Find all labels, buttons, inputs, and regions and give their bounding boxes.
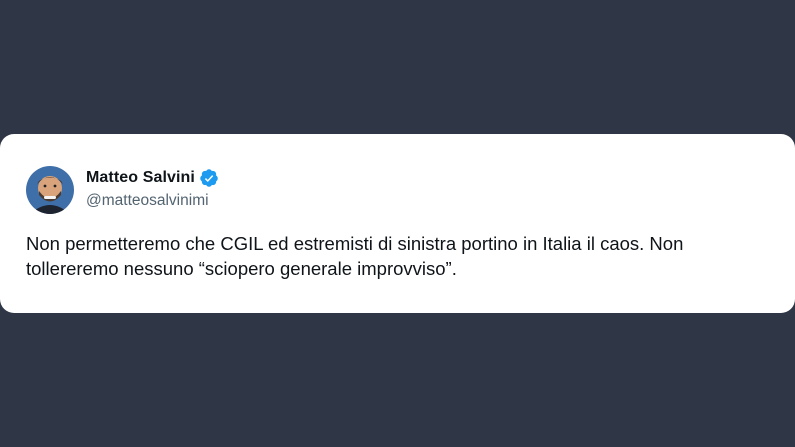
author-name[interactable]: Matteo Salvini xyxy=(86,169,195,187)
verified-badge-icon xyxy=(199,168,219,188)
author-row: Matteo Salvini xyxy=(86,167,219,189)
author-handle[interactable]: @matteosalvinimi xyxy=(86,192,209,210)
tweet-card[interactable]: Matteo Salvini @matteosalvinimi Non perm… xyxy=(0,134,795,313)
avatar[interactable] xyxy=(26,166,74,214)
tweet-text: Non permetteremo che CGIL ed estremisti … xyxy=(26,233,684,279)
